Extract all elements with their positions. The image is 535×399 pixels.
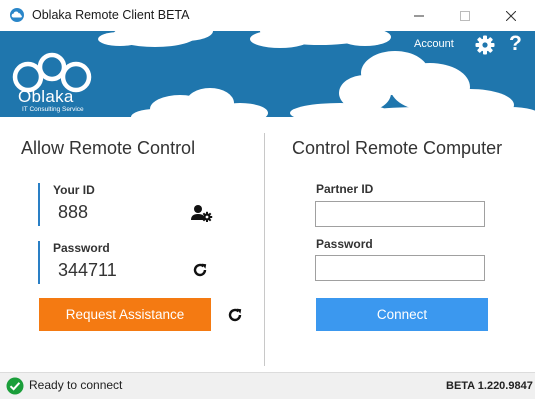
section-divider [264, 133, 265, 366]
refresh-password-button[interactable] [190, 260, 210, 280]
refresh-button[interactable] [225, 305, 245, 325]
logo-name: Oblaka [18, 87, 74, 106]
close-icon [506, 10, 516, 21]
user-gear-icon [191, 205, 213, 222]
title-bar: Oblaka Remote Client BETA [0, 0, 535, 31]
control-remote-computer-title: Control Remote Computer [292, 138, 503, 158]
password-block: Password 344711 [38, 241, 117, 284]
request-assistance-button[interactable]: Request Assistance [39, 298, 211, 331]
status-text: Ready to connect [29, 378, 123, 392]
password-value: 344711 [58, 260, 117, 280]
check-circle-icon [6, 377, 24, 395]
account-link[interactable]: Account [414, 38, 454, 50]
settings-button[interactable] [475, 35, 495, 55]
minimize-button[interactable] [396, 0, 442, 31]
minimize-icon [414, 15, 424, 16]
version-label: BETA 1.220.9847 [446, 380, 533, 392]
header-banner: Oblaka IT Consulting Service Account ? [0, 31, 535, 117]
your-id-label: Your ID [53, 183, 95, 197]
your-id-value: 888 [58, 202, 89, 222]
partner-id-input[interactable] [315, 201, 485, 227]
refresh-icon [228, 308, 242, 322]
password-label: Password [53, 241, 110, 255]
connect-button[interactable]: Connect [316, 298, 488, 331]
allow-remote-control-title: Allow Remote Control [21, 138, 196, 158]
help-button[interactable]: ? [509, 32, 522, 56]
maximize-icon [460, 10, 470, 21]
refresh-icon [193, 263, 207, 277]
close-button[interactable] [488, 0, 534, 31]
logo-subtitle: IT Consulting Service [22, 106, 84, 113]
cloud-app-icon [10, 8, 24, 22]
window-title: Oblaka Remote Client BETA [32, 8, 190, 22]
partner-password-label: Password [316, 237, 373, 251]
your-id-block: Your ID 888 [38, 183, 95, 226]
gear-icon [475, 35, 495, 55]
partner-password-input[interactable] [315, 255, 485, 281]
maximize-button[interactable] [442, 0, 488, 31]
partner-id-label: Partner ID [316, 182, 374, 196]
manage-id-button[interactable] [190, 203, 214, 223]
status-bar: Ready to connect BETA 1.220.9847 [0, 372, 535, 399]
